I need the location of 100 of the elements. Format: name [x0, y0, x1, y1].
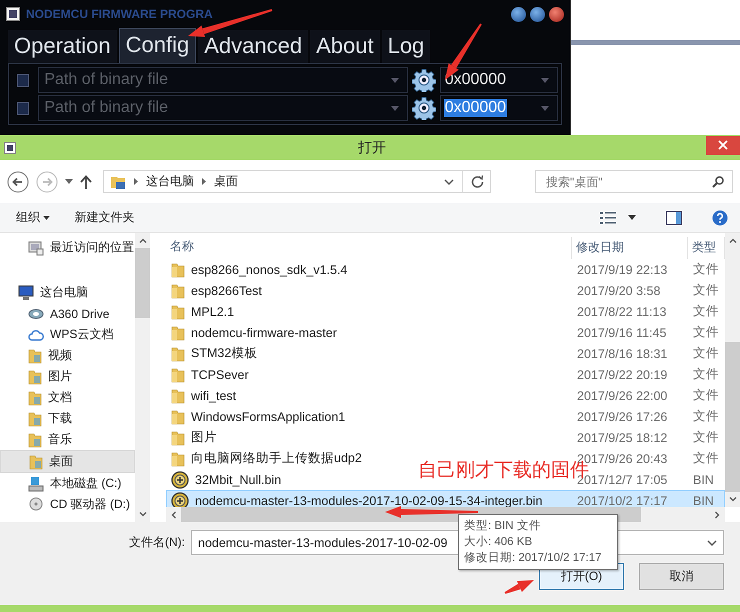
folder-icon [28, 368, 42, 384]
offset-combo-box[interactable]: 0x00000 [440, 95, 558, 121]
sidebar-item[interactable]: 文档 [0, 387, 135, 408]
file-date: 2017/9/22 20:19 [576, 368, 668, 382]
organize-menu[interactable]: 组织 [16, 209, 50, 226]
scrollbar-thumb[interactable] [725, 342, 740, 492]
help-icon[interactable] [712, 210, 728, 226]
sidebar-item[interactable]: WPS云文档 [0, 324, 135, 345]
view-options-icon[interactable] [600, 210, 616, 224]
refresh-icon[interactable] [471, 175, 484, 188]
folder-icon [171, 430, 185, 446]
view-dropdown-icon[interactable] [628, 215, 636, 220]
checkbox[interactable] [17, 74, 30, 86]
selected-file-row[interactable]: nodemcu-master-13-modules-2017-10-02-09-15-34-integer.bin 2017/10/2 17:17 BIN [166, 490, 725, 507]
file-type: 文件 [692, 324, 720, 341]
dialog-title: 打开 [358, 138, 386, 156]
dropdown-arrow-icon[interactable] [541, 78, 549, 82]
close-icon [718, 140, 728, 150]
sidebar-item[interactable]: A360 Drive [0, 303, 135, 324]
file-name-label: 文件名(N): [129, 534, 185, 551]
address-bar[interactable]: 这台电脑 桌面 [103, 170, 491, 193]
sidebar-item[interactable]: 这台电脑 [0, 282, 135, 303]
column-header[interactable]: 名称 [166, 237, 572, 259]
file-type: 文件 [692, 282, 720, 299]
close-button[interactable] [706, 136, 740, 154]
file-type: 文件 [692, 408, 720, 425]
checkbox[interactable] [17, 102, 30, 114]
breadcrumb[interactable]: 这台电脑 [146, 173, 194, 190]
dropdown-arrow-icon[interactable] [390, 78, 399, 82]
back-button[interactable] [7, 170, 29, 192]
folder-icon [28, 432, 42, 448]
up-arrow-icon[interactable] [80, 174, 92, 188]
chevron-down-icon[interactable] [707, 540, 717, 546]
app-icon [4, 142, 16, 154]
sidebar-item[interactable]: 图片 [0, 366, 135, 387]
file-date: 2017/9/16 11:45 [576, 326, 668, 340]
sidebar-item[interactable]: 本地磁盘 (C:) [0, 473, 135, 494]
sidebar-item[interactable]: 桌面 [0, 450, 135, 473]
scroll-down-icon[interactable] [138, 512, 146, 517]
tooltip-line: 大小: 406 KB [464, 534, 534, 550]
file-date: 2017/9/19 22:13 [576, 262, 668, 276]
sidebar-item[interactable]: 音乐 [0, 429, 135, 450]
scrollbar[interactable] [725, 233, 740, 507]
cloud-drive-icon [28, 308, 44, 320]
dropdown-arrow-icon[interactable] [541, 106, 549, 110]
new-folder-button[interactable]: 新建文件夹 [74, 209, 134, 226]
chevron-down-icon[interactable] [444, 178, 454, 184]
search-input[interactable]: 搜索"桌面" [544, 174, 712, 190]
column-header[interactable]: 修改日期 [572, 237, 688, 259]
folder-icon [171, 366, 185, 382]
file-date: 2017/8/22 11:13 [576, 304, 668, 318]
sidebar-item[interactable]: 最近访问的位置 [0, 237, 135, 258]
offset-combo-box[interactable]: 0x00000 [440, 67, 558, 93]
scroll-up-icon[interactable] [728, 238, 736, 243]
scrollbar-thumb[interactable] [135, 248, 150, 318]
scroll-right-icon[interactable] [715, 510, 720, 518]
file-name: TCPSever [191, 368, 249, 382]
sidebar-item[interactable]: 视频 [0, 345, 135, 366]
tab[interactable]: Operation [8, 30, 117, 63]
folder-icon [171, 282, 185, 298]
sidebar-item[interactable]: CD 驱动器 (D:) [0, 494, 135, 515]
search-icon [712, 176, 724, 188]
file-type: BIN [692, 472, 715, 486]
dropdown-arrow-icon[interactable] [390, 106, 399, 110]
scroll-left-icon[interactable] [171, 510, 176, 518]
tab[interactable]: Config [118, 28, 196, 63]
folder-icon [171, 388, 185, 404]
path-combo-box[interactable]: Path of binary file [38, 95, 408, 121]
file-type: 文件 [692, 450, 720, 467]
maximize-button[interactable] [530, 6, 545, 22]
breadcrumb[interactable]: 桌面 [214, 173, 238, 190]
history-dropdown-icon[interactable] [65, 179, 73, 184]
tab[interactable]: About [310, 30, 380, 63]
path-field[interactable]: Path of binary file [42, 70, 391, 90]
tab[interactable]: Log [382, 30, 430, 63]
file-type: 文件 [692, 345, 720, 362]
gear-icon[interactable] [412, 96, 436, 120]
scroll-up-icon[interactable] [138, 238, 146, 243]
file-date: 2017/9/25 18:12 [576, 430, 668, 444]
folder-icon [171, 450, 185, 466]
folder-icon [171, 304, 185, 320]
cancel-button[interactable]: 取消 [639, 563, 724, 590]
app-icon [6, 7, 20, 21]
path-combo-box[interactable]: Path of binary file [38, 67, 408, 93]
file-type: 文件 [692, 366, 720, 383]
file-type: 文件 [692, 261, 720, 278]
search-field[interactable]: 搜索"桌面" [535, 170, 733, 193]
preview-pane-icon[interactable] [666, 210, 682, 224]
tab[interactable]: Advanced [198, 30, 308, 63]
path-field[interactable]: Path of binary file [42, 98, 391, 118]
file-date: 2017/9/20 3:58 [576, 284, 662, 298]
gear-icon[interactable] [412, 68, 436, 92]
minimize-button[interactable] [511, 6, 526, 22]
scrollbar[interactable] [135, 233, 150, 522]
scroll-down-icon[interactable] [728, 497, 736, 502]
sidebar-item[interactable]: 下载 [0, 408, 135, 429]
chevron-right-icon [202, 178, 206, 185]
file-name: nodemcu-firmware-master [191, 326, 337, 340]
close-button[interactable] [549, 6, 564, 22]
file-name: esp8266_nonos_sdk_v1.5.4 [191, 262, 348, 276]
